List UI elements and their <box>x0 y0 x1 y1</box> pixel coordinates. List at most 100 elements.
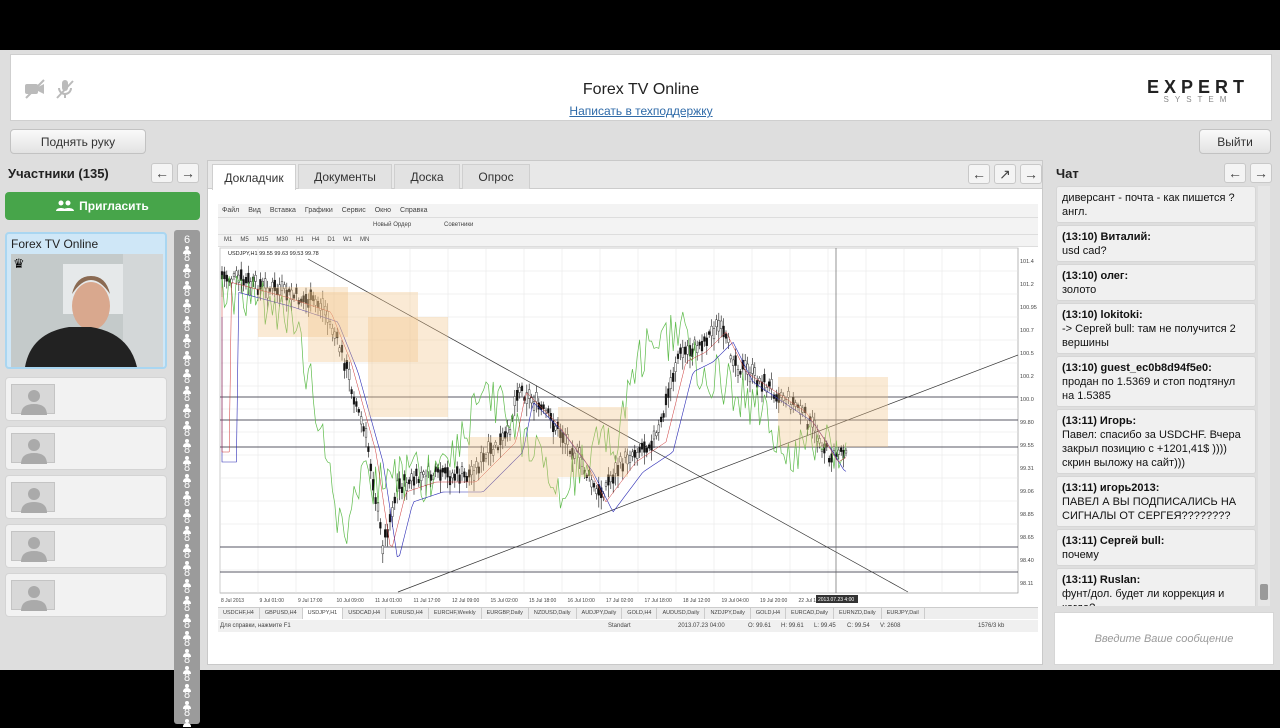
candle-body <box>542 404 545 410</box>
presenter-video-tile[interactable]: Forex TV Online ♛ <box>5 232 167 369</box>
participant-slot[interactable] <box>5 377 167 421</box>
next-arrow-icon[interactable]: → <box>1020 164 1042 184</box>
prev-arrow-icon[interactable]: ← <box>968 164 990 184</box>
candle-body <box>645 447 648 453</box>
candle-body <box>667 388 670 398</box>
time-tick: 9 Jul 17:00 <box>298 598 323 604</box>
mt4-timeframe: H4 <box>311 237 320 243</box>
mt4-symbol-tab: EURUSD,H4 <box>386 608 429 619</box>
candle-body <box>734 355 737 366</box>
tab-board[interactable]: Доска <box>394 164 460 189</box>
tab-poll[interactable]: Опрос <box>462 164 530 189</box>
mt4-symbol-tab: EURNZD,Daily <box>834 608 882 619</box>
price-tick: 98.65 <box>1020 535 1034 541</box>
candle-body <box>698 341 701 346</box>
mt4-timeframes: M1 M5 M15 M30 H1 H4 D1 W1 MN <box>218 235 1038 247</box>
candle-body <box>657 424 660 433</box>
raise-hand-button[interactable]: Поднять руку <box>10 129 146 154</box>
avatar <box>11 531 55 562</box>
candle-body <box>840 447 843 452</box>
expand-icon[interactable]: ↗ <box>994 164 1016 184</box>
candle-body <box>660 416 663 423</box>
candle-body <box>592 483 596 488</box>
tab-documents[interactable]: Документы <box>298 164 392 189</box>
logo: EXPERT SYSTEM <box>1147 77 1249 104</box>
candle-body <box>604 482 608 487</box>
status-traffic: 1576/3 kb <box>978 623 1005 629</box>
mt4-timeframe: D1 <box>327 237 336 243</box>
mt4-menu: Файл Вид Вставка Графики Сервис Окно Справка <box>222 207 427 214</box>
chart-symbol-header: USDJPY,H1 99.55 99.63 99.53 99.78 <box>228 251 319 257</box>
mt4-symbol-tab: GOLD,H4 <box>751 608 787 619</box>
chat-message: (13:10) guest_ec0b8d94f5e0: продан по 1.5… <box>1056 356 1256 407</box>
candle-body <box>417 478 420 483</box>
candle-body <box>446 467 449 478</box>
candle-body <box>638 447 641 453</box>
participants-prev-arrow-icon[interactable]: ← <box>151 163 173 183</box>
chat-message: (13:11) Игорь: Павел: спасибо за USDCHF. … <box>1056 409 1256 474</box>
mt4-timeframe: H1 <box>296 237 304 243</box>
tab-presenter[interactable]: Докладчик <box>212 164 296 190</box>
candle-body <box>381 545 384 555</box>
candle-body <box>547 408 550 413</box>
participant-slot[interactable] <box>5 573 167 617</box>
candle-body <box>696 345 699 353</box>
candle-body <box>674 362 677 372</box>
candle-body <box>422 471 425 475</box>
support-link[interactable]: Написать в техподдержку <box>11 104 1271 118</box>
candle-body <box>410 473 413 482</box>
avatar <box>11 482 55 513</box>
chat-scrollbar[interactable] <box>1258 186 1270 606</box>
exit-button[interactable]: Выйти <box>1199 129 1271 154</box>
chat-message: (13:11) игорь2013: ПАВЕЛ А ВЫ ПОДПИСАЛИСЬ… <box>1056 476 1256 527</box>
time-tick: 15 Jul 18:00 <box>529 598 556 604</box>
participant-slot[interactable] <box>5 524 167 568</box>
candle-body <box>720 320 723 329</box>
time-tick: 19 Jul 04:00 <box>722 598 749 604</box>
candle-body <box>844 449 848 454</box>
presenter-video <box>11 254 163 367</box>
chat-messages: диверсант - почта - как пишется ? англ. (… <box>1056 186 1256 606</box>
candle-body <box>681 347 684 358</box>
price-tick: 100.7 <box>1020 328 1034 334</box>
mt4-timeframe: M30 <box>276 237 289 243</box>
candle-body <box>391 507 394 517</box>
chat-message: (13:10) олег: золото <box>1056 264 1256 301</box>
time-tick: 18 Jul 12:00 <box>683 598 710 604</box>
candle-body <box>715 319 718 328</box>
candle-body <box>633 449 636 458</box>
price-tick: 101.2 <box>1020 282 1034 288</box>
candle-body <box>343 363 346 371</box>
chat-input[interactable]: Введите Ваше сообщение <box>1054 612 1274 665</box>
scroll-thumb[interactable] <box>1260 584 1268 600</box>
invite-button[interactable]: Пригласить <box>5 192 200 220</box>
mt4-symbol-tab: GOLD,H4 <box>622 608 658 619</box>
candle-body <box>403 474 406 481</box>
mt4-symbol-tab: EURCAD,Daily <box>786 608 835 619</box>
mt4-advisors: Советники <box>444 222 474 228</box>
participant-slot[interactable] <box>5 475 167 519</box>
mt4-statusbar: Для справки, нажмите F1 Standart 2013.07… <box>218 620 1038 632</box>
candle-body <box>636 452 639 459</box>
chat-next-arrow-icon[interactable]: → <box>1250 163 1272 183</box>
candle-body <box>520 385 524 392</box>
participant-slot[interactable] <box>5 426 167 470</box>
chat-prev-arrow-icon[interactable]: ← <box>1224 163 1246 183</box>
candle-body <box>710 325 713 337</box>
chat-message: (13:10) Виталий: usd cad? <box>1056 225 1256 262</box>
status-profile: Standart <box>608 623 631 629</box>
kumo-cloud <box>468 437 558 497</box>
candle-body <box>724 333 728 339</box>
candle-body <box>832 446 836 452</box>
chat-message-text: почему <box>1062 549 1099 561</box>
candle-body <box>364 428 368 438</box>
candle-body <box>828 458 831 463</box>
candle-body <box>400 486 404 493</box>
candle-body <box>223 271 226 280</box>
candle-body <box>374 497 377 504</box>
participants-next-arrow-icon[interactable]: → <box>177 163 199 183</box>
candle-body <box>554 425 557 431</box>
mt4-symbol-tab: GBPUSD,H4 <box>260 608 303 619</box>
candle-body <box>532 401 536 411</box>
candle-body <box>669 377 672 389</box>
